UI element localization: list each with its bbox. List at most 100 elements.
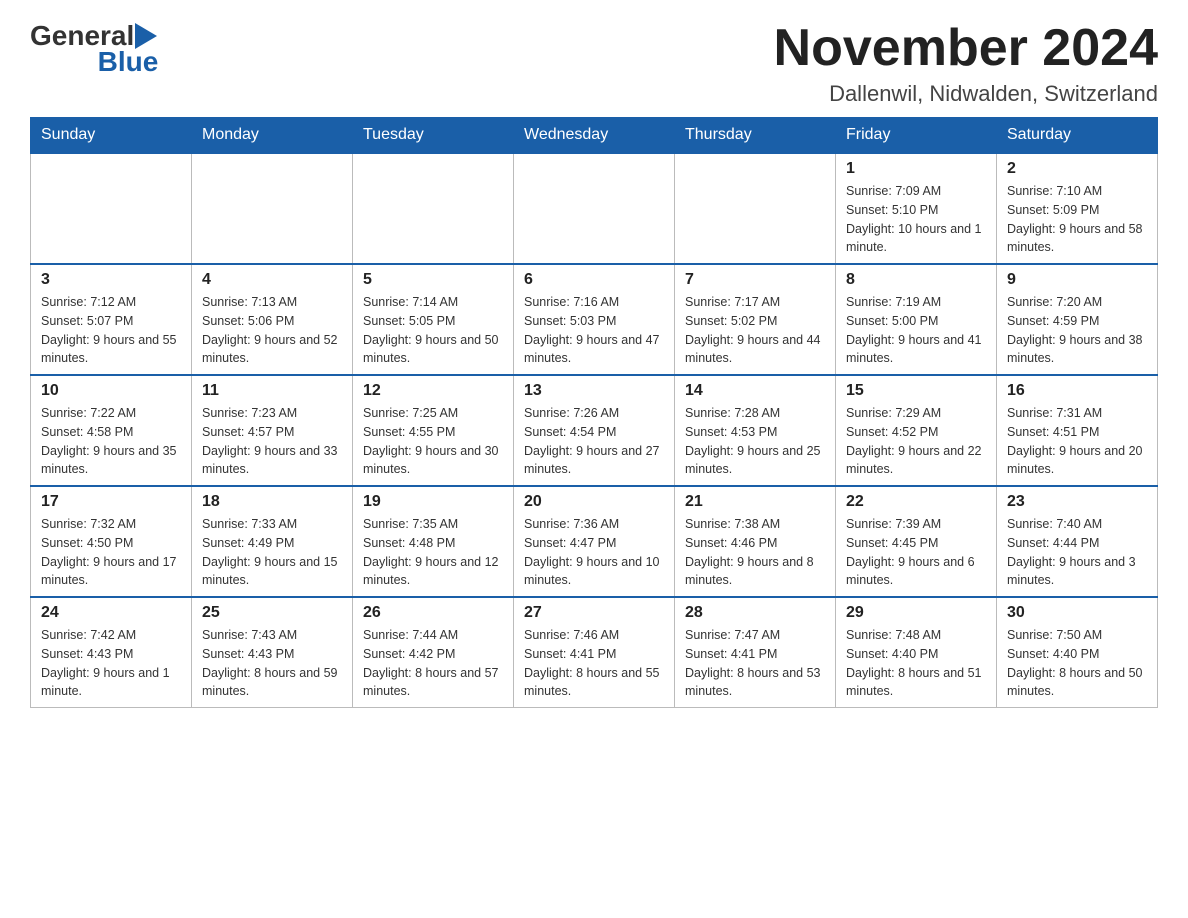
day-info: Sunrise: 7:29 AMSunset: 4:52 PMDaylight:… <box>846 404 986 479</box>
day-number: 21 <box>685 493 825 511</box>
table-row: 30 Sunrise: 7:50 AMSunset: 4:40 PMDayligh… <box>997 597 1158 708</box>
table-row <box>514 153 675 264</box>
day-info: Sunrise: 7:26 AMSunset: 4:54 PMDaylight:… <box>524 404 664 479</box>
table-row <box>31 153 192 264</box>
day-info: Sunrise: 7:48 AMSunset: 4:40 PMDaylight:… <box>846 626 986 701</box>
day-number: 30 <box>1007 604 1147 622</box>
day-info: Sunrise: 7:09 AMSunset: 5:10 PMDaylight:… <box>846 182 986 257</box>
title-section: November 2024 Dallenwil, Nidwalden, Swit… <box>774 20 1158 107</box>
day-number: 1 <box>846 160 986 178</box>
calendar-week-row: 17Sunrise: 7:32 AMSunset: 4:50 PMDayligh… <box>31 486 1158 597</box>
day-info: Sunrise: 7:31 AMSunset: 4:51 PMDaylight:… <box>1007 404 1147 479</box>
calendar-week-row: 3 Sunrise: 7:12 AMSunset: 5:07 PMDaylight… <box>31 264 1158 375</box>
day-info: Sunrise: 7:38 AMSunset: 4:46 PMDaylight:… <box>685 515 825 590</box>
day-info: Sunrise: 7:28 AMSunset: 4:53 PMDaylight:… <box>685 404 825 479</box>
table-row <box>675 153 836 264</box>
day-info: Sunrise: 7:43 AMSunset: 4:43 PMDaylight:… <box>202 626 342 701</box>
table-row: 15 Sunrise: 7:29 AMSunset: 4:52 PMDayligh… <box>836 375 997 486</box>
table-row: 12 Sunrise: 7:25 AMSunset: 4:55 PMDayligh… <box>353 375 514 486</box>
calendar-week-row: 1 Sunrise: 7:09 AMSunset: 5:10 PMDaylight… <box>31 153 1158 264</box>
day-info: Sunrise: 7:39 AMSunset: 4:45 PMDaylight:… <box>846 515 986 590</box>
day-number: 25 <box>202 604 342 622</box>
logo-text-blue: Blue <box>98 46 159 77</box>
day-info: Sunrise: 7:50 AMSunset: 4:40 PMDaylight:… <box>1007 626 1147 701</box>
calendar-week-row: 10 Sunrise: 7:22 AMSunset: 4:58 PMDayligh… <box>31 375 1158 486</box>
day-info: Sunrise: 7:20 AMSunset: 4:59 PMDaylight:… <box>1007 293 1147 368</box>
day-number: 5 <box>363 271 503 289</box>
page-header: General Blue November 2024 Dallenwil, Ni… <box>30 20 1158 107</box>
table-row: 3 Sunrise: 7:12 AMSunset: 5:07 PMDaylight… <box>31 264 192 375</box>
month-title: November 2024 <box>774 20 1158 77</box>
header-monday: Monday <box>192 118 353 154</box>
day-number: 11 <box>202 382 342 400</box>
day-number: 4 <box>202 271 342 289</box>
day-number: 19 <box>363 493 503 511</box>
day-info: Sunrise: 7:42 AMSunset: 4:43 PMDaylight:… <box>41 626 181 701</box>
table-row: 5 Sunrise: 7:14 AMSunset: 5:05 PMDaylight… <box>353 264 514 375</box>
table-row: 21 Sunrise: 7:38 AMSunset: 4:46 PMDayligh… <box>675 486 836 597</box>
day-info: Sunrise: 7:17 AMSunset: 5:02 PMDaylight:… <box>685 293 825 368</box>
table-row: 8Sunrise: 7:19 AMSunset: 5:00 PMDaylight… <box>836 264 997 375</box>
day-info: Sunrise: 7:32 AMSunset: 4:50 PMDaylight:… <box>41 515 181 590</box>
table-row: 29 Sunrise: 7:48 AMSunset: 4:40 PMDayligh… <box>836 597 997 708</box>
day-number: 23 <box>1007 493 1147 511</box>
day-number: 10 <box>41 382 181 400</box>
day-info: Sunrise: 7:44 AMSunset: 4:42 PMDaylight:… <box>363 626 503 701</box>
day-number: 15 <box>846 382 986 400</box>
location-subtitle: Dallenwil, Nidwalden, Switzerland <box>774 81 1158 107</box>
table-row: 25 Sunrise: 7:43 AMSunset: 4:43 PMDayligh… <box>192 597 353 708</box>
header-tuesday: Tuesday <box>353 118 514 154</box>
table-row: 19 Sunrise: 7:35 AMSunset: 4:48 PMDayligh… <box>353 486 514 597</box>
table-row: 20 Sunrise: 7:36 AMSunset: 4:47 PMDayligh… <box>514 486 675 597</box>
table-row: 24Sunrise: 7:42 AMSunset: 4:43 PMDayligh… <box>31 597 192 708</box>
day-info: Sunrise: 7:14 AMSunset: 5:05 PMDaylight:… <box>363 293 503 368</box>
day-number: 9 <box>1007 271 1147 289</box>
table-row <box>192 153 353 264</box>
table-row: 4 Sunrise: 7:13 AMSunset: 5:06 PMDaylight… <box>192 264 353 375</box>
day-info: Sunrise: 7:35 AMSunset: 4:48 PMDaylight:… <box>363 515 503 590</box>
day-number: 8 <box>846 271 986 289</box>
day-info: Sunrise: 7:16 AMSunset: 5:03 PMDaylight:… <box>524 293 664 368</box>
table-row: 11 Sunrise: 7:23 AMSunset: 4:57 PMDayligh… <box>192 375 353 486</box>
header-thursday: Thursday <box>675 118 836 154</box>
table-row: 28 Sunrise: 7:47 AMSunset: 4:41 PMDayligh… <box>675 597 836 708</box>
day-number: 22 <box>846 493 986 511</box>
calendar-week-row: 24Sunrise: 7:42 AMSunset: 4:43 PMDayligh… <box>31 597 1158 708</box>
logo: General Blue <box>30 20 158 78</box>
day-info: Sunrise: 7:36 AMSunset: 4:47 PMDaylight:… <box>524 515 664 590</box>
day-number: 12 <box>363 382 503 400</box>
day-number: 18 <box>202 493 342 511</box>
table-row: 23 Sunrise: 7:40 AMSunset: 4:44 PMDayligh… <box>997 486 1158 597</box>
day-info: Sunrise: 7:13 AMSunset: 5:06 PMDaylight:… <box>202 293 342 368</box>
day-info: Sunrise: 7:10 AMSunset: 5:09 PMDaylight:… <box>1007 182 1147 257</box>
day-info: Sunrise: 7:12 AMSunset: 5:07 PMDaylight:… <box>41 293 181 368</box>
table-row <box>353 153 514 264</box>
day-number: 26 <box>363 604 503 622</box>
table-row: 18 Sunrise: 7:33 AMSunset: 4:49 PMDayligh… <box>192 486 353 597</box>
table-row: 14 Sunrise: 7:28 AMSunset: 4:53 PMDayligh… <box>675 375 836 486</box>
day-number: 20 <box>524 493 664 511</box>
day-number: 16 <box>1007 382 1147 400</box>
day-number: 13 <box>524 382 664 400</box>
day-number: 29 <box>846 604 986 622</box>
table-row: 16 Sunrise: 7:31 AMSunset: 4:51 PMDayligh… <box>997 375 1158 486</box>
day-info: Sunrise: 7:40 AMSunset: 4:44 PMDaylight:… <box>1007 515 1147 590</box>
day-number: 3 <box>41 271 181 289</box>
table-row: 27Sunrise: 7:46 AMSunset: 4:41 PMDayligh… <box>514 597 675 708</box>
day-number: 14 <box>685 382 825 400</box>
table-row: 13 Sunrise: 7:26 AMSunset: 4:54 PMDayligh… <box>514 375 675 486</box>
table-row: 1 Sunrise: 7:09 AMSunset: 5:10 PMDaylight… <box>836 153 997 264</box>
day-info: Sunrise: 7:33 AMSunset: 4:49 PMDaylight:… <box>202 515 342 590</box>
header-sunday: Sunday <box>31 118 192 154</box>
day-info: Sunrise: 7:22 AMSunset: 4:58 PMDaylight:… <box>41 404 181 479</box>
day-number: 2 <box>1007 160 1147 178</box>
table-row: 6 Sunrise: 7:16 AMSunset: 5:03 PMDaylight… <box>514 264 675 375</box>
day-info: Sunrise: 7:47 AMSunset: 4:41 PMDaylight:… <box>685 626 825 701</box>
day-info: Sunrise: 7:23 AMSunset: 4:57 PMDaylight:… <box>202 404 342 479</box>
table-row: 2 Sunrise: 7:10 AMSunset: 5:09 PMDaylight… <box>997 153 1158 264</box>
table-row: 22 Sunrise: 7:39 AMSunset: 4:45 PMDayligh… <box>836 486 997 597</box>
day-info: Sunrise: 7:25 AMSunset: 4:55 PMDaylight:… <box>363 404 503 479</box>
table-row: 26 Sunrise: 7:44 AMSunset: 4:42 PMDayligh… <box>353 597 514 708</box>
day-number: 6 <box>524 271 664 289</box>
day-number: 28 <box>685 604 825 622</box>
